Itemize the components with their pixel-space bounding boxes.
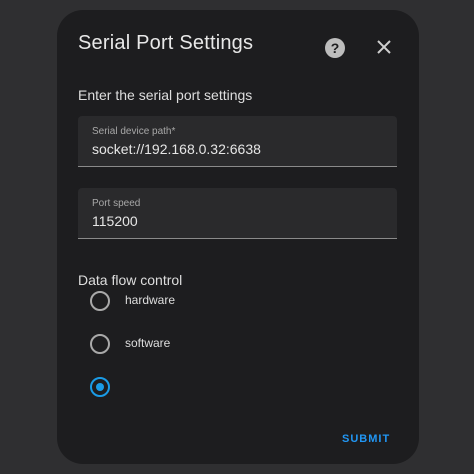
dialog-title: Serial Port Settings <box>78 32 254 54</box>
submit-button[interactable]: SUBMIT <box>342 433 390 445</box>
radio-label-hardware: hardware <box>125 293 176 307</box>
radio-option-hardware[interactable]: hardware <box>90 291 350 311</box>
serial-device-path-field[interactable]: Serial device path* socket://192.168.0.3… <box>78 116 397 167</box>
serial-device-path-input[interactable]: socket://192.168.0.32:6638 <box>92 141 261 157</box>
radio-label-software: software <box>125 336 171 350</box>
radio-button-software[interactable] <box>90 334 110 354</box>
serial-device-path-label: Serial device path* <box>92 126 176 137</box>
port-speed-field[interactable]: Port speed 115200 <box>78 188 397 239</box>
close-icon[interactable] <box>373 36 395 58</box>
radio-button-hardware[interactable] <box>90 291 110 311</box>
serial-port-settings-dialog: Serial Port Settings ? Enter the serial … <box>57 10 419 464</box>
dialog-subtitle: Enter the serial port settings <box>78 87 253 103</box>
radio-option-none[interactable] <box>90 377 350 397</box>
radio-option-software[interactable]: software <box>90 334 350 354</box>
port-speed-input[interactable]: 115200 <box>92 213 138 229</box>
data-flow-control-label: Data flow control <box>78 272 183 288</box>
radio-button-selected[interactable] <box>90 377 110 397</box>
port-speed-label: Port speed <box>92 198 141 209</box>
help-icon[interactable]: ? <box>325 38 345 58</box>
